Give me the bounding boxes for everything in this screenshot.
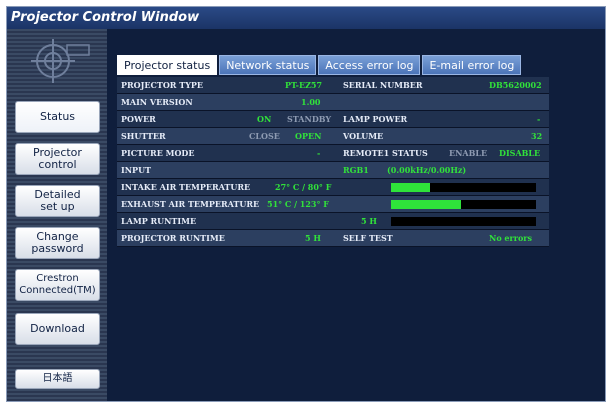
change-password-button[interactable]: Change password bbox=[15, 227, 100, 259]
serial-number-value: DB5620002 bbox=[489, 80, 542, 90]
projector-control-window: Projector Control Window Status Projecto… bbox=[6, 6, 606, 402]
exhaust-temperature-value: 51° C / 123° F bbox=[267, 199, 329, 209]
lamp-power-label: LAMP POWER bbox=[343, 114, 408, 124]
input-label: INPUT bbox=[121, 165, 151, 175]
exhaust-temperature-bar bbox=[391, 200, 536, 209]
table-row: PROJECTOR TYPE PT-EZ57 SERIAL NUMBER DB5… bbox=[117, 77, 549, 94]
intake-temperature-bar bbox=[391, 183, 536, 192]
lamp-runtime-value: 5 H bbox=[361, 216, 377, 226]
projector-control-button[interactable]: Projector control bbox=[15, 143, 100, 175]
remote1-disable-indicator: DISABLE bbox=[499, 148, 541, 158]
lamp-runtime-label: LAMP RUNTIME bbox=[121, 216, 197, 226]
exhaust-temperature-bar-fill bbox=[391, 200, 461, 209]
remote1-status-label: REMOTE1 STATUS bbox=[343, 148, 428, 158]
projector-status-table: PROJECTOR TYPE PT-EZ57 SERIAL NUMBER DB5… bbox=[117, 77, 549, 247]
japanese-language-button[interactable]: 日本語 bbox=[15, 369, 100, 389]
crestron-connected-button[interactable]: Crestron Connected(TM) bbox=[15, 269, 100, 301]
shutter-close-indicator: CLOSE bbox=[249, 131, 280, 141]
input-frequency: (0.00kHz/0.00Hz) bbox=[387, 165, 467, 175]
projector-logo-icon bbox=[31, 39, 90, 83]
intake-temperature-bar-fill bbox=[391, 183, 431, 192]
lamp-runtime-bar bbox=[391, 217, 536, 226]
power-standby-indicator: STANDBY bbox=[287, 114, 332, 124]
shutter-open-indicator: OPEN bbox=[295, 131, 322, 141]
shutter-label: SHUTTER bbox=[121, 131, 166, 141]
main-version-label: MAIN VERSION bbox=[121, 97, 193, 107]
table-row: EXHAUST AIR TEMPERATURE 51° C / 123° F bbox=[117, 196, 549, 213]
main-version-value: 1.00 bbox=[301, 97, 321, 107]
projector-runtime-value: 5 H bbox=[305, 233, 321, 243]
self-test-value: No errors bbox=[489, 233, 533, 243]
table-row: LAMP RUNTIME 5 H bbox=[117, 213, 549, 230]
input-value: RGB1 bbox=[343, 165, 369, 175]
download-button[interactable]: Download bbox=[15, 313, 100, 345]
tab-bar: Projector status Network status Access e… bbox=[117, 55, 522, 75]
lamp-power-value: - bbox=[537, 114, 541, 124]
detailed-setup-button[interactable]: Detailed set up bbox=[15, 185, 100, 217]
table-row: INTAKE AIR TEMPERATURE 27° C / 80° F bbox=[117, 179, 549, 196]
remote1-enable-indicator: ENABLE bbox=[449, 148, 488, 158]
power-label: POWER bbox=[121, 114, 156, 124]
projector-runtime-label: PROJECTOR RUNTIME bbox=[121, 233, 225, 243]
table-row: POWER ON STANDBY LAMP POWER - bbox=[117, 111, 549, 128]
picture-mode-label: PICTURE MODE bbox=[121, 148, 195, 158]
sidebar: Status Projector control Detailed set up… bbox=[7, 29, 107, 401]
tab-email-error-log[interactable]: E-mail error log bbox=[422, 55, 522, 75]
table-row: SHUTTER CLOSE OPEN VOLUME 32 bbox=[117, 128, 549, 145]
table-row: INPUT RGB1 (0.00kHz/0.00Hz) bbox=[117, 162, 549, 179]
projector-type-label: PROJECTOR TYPE bbox=[121, 80, 204, 90]
volume-value: 32 bbox=[531, 131, 543, 141]
picture-mode-value: - bbox=[317, 148, 321, 158]
serial-number-label: SERIAL NUMBER bbox=[343, 80, 423, 90]
self-test-label: SELF TEST bbox=[343, 233, 393, 243]
tab-network-status[interactable]: Network status bbox=[219, 55, 317, 75]
exhaust-temperature-label: EXHAUST AIR TEMPERATURE bbox=[121, 199, 260, 209]
volume-label: VOLUME bbox=[343, 131, 384, 141]
table-row: PICTURE MODE - REMOTE1 STATUS ENABLE DIS… bbox=[117, 145, 549, 162]
projector-type-value: PT-EZ57 bbox=[285, 80, 323, 90]
main-content: Projector status Network status Access e… bbox=[107, 29, 605, 401]
tab-projector-status[interactable]: Projector status bbox=[117, 55, 218, 75]
table-row: MAIN VERSION 1.00 bbox=[117, 94, 549, 111]
table-row: PROJECTOR RUNTIME 5 H SELF TEST No error… bbox=[117, 230, 549, 247]
intake-temperature-label: INTAKE AIR TEMPERATURE bbox=[121, 182, 251, 192]
tab-access-error-log[interactable]: Access error log bbox=[318, 55, 421, 75]
power-on-indicator: ON bbox=[257, 114, 272, 124]
window-title: Projector Control Window bbox=[7, 7, 605, 29]
status-button[interactable]: Status bbox=[15, 101, 100, 133]
intake-temperature-value: 27° C / 80° F bbox=[275, 182, 332, 192]
